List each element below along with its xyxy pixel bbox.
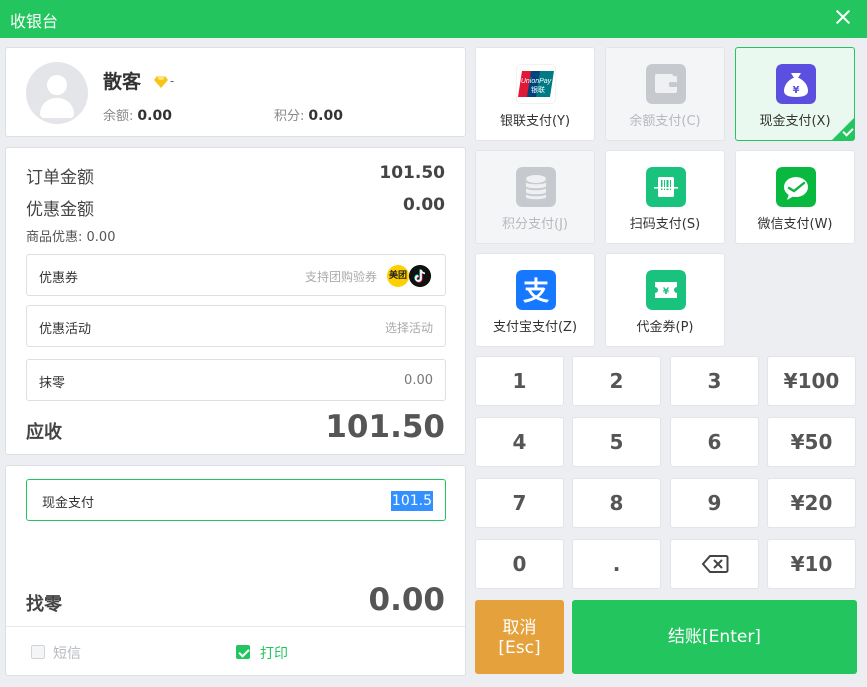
title-bar: 收银台 [0,0,867,38]
unionpay-icon: UnionPay 银联 [516,64,556,104]
method-label: 微信支付(W) [757,217,833,232]
key-100[interactable]: ¥100 [767,356,856,406]
discount-value-text: 0.00 [403,195,445,215]
order-summary-card: 订单金额 101.50 优惠金额 0.00 商品优惠: 0.00 优惠券 支持团… [5,147,466,455]
sms-checkbox[interactable] [31,645,45,659]
payment-amount-input[interactable]: 现金支付 101.5 [26,479,446,521]
coupon-label: 优惠券 [39,271,79,286]
activity-placeholder: 选择活动 [384,321,433,335]
method-balance[interactable]: 余额支付(C) [605,47,725,141]
cash-bag-icon: ¥ [776,64,816,104]
svg-text:支: 支 [523,277,549,307]
payment-card: 现金支付 101.5 找零 0.00 短信 打印 [5,465,466,676]
print-label[interactable]: 打印 [260,643,288,663]
amount-due-label: 应收 [26,422,62,443]
method-points[interactable]: 积分支付(J) [475,150,595,244]
checkout-button[interactable]: 结账[Enter] [572,600,857,674]
customer-level: - [170,74,175,88]
unionpay-text: UnionPay [521,78,552,85]
key-9[interactable]: 9 [670,478,759,528]
coupon-field[interactable]: 优惠券 支持团购验券 美团 [26,254,446,296]
key-dot[interactable]: . [572,539,661,589]
key-0[interactable]: 0 [475,539,564,589]
wallet-icon [646,64,686,104]
order-amount-label: 订单金额 [26,168,94,188]
key-20[interactable]: ¥20 [767,478,856,528]
balance-value: 0.00 [137,108,172,124]
payment-amount-value[interactable]: 101.5 [390,491,433,511]
meituan-icon[interactable]: 美团 [387,265,409,287]
key-3[interactable]: 3 [670,356,759,406]
backspace-key[interactable] [670,539,759,589]
key-8[interactable]: 8 [572,478,661,528]
wechat-icon [776,167,816,207]
customer-points: 积分: 0.00 [274,105,343,124]
rounding-label: 抹零 [39,376,66,391]
alipay-icon: 支 [516,270,556,310]
discount-amount-value: 0.00 [403,195,445,215]
key-50[interactable]: ¥50 [767,417,856,467]
key-5[interactable]: 5 [572,417,661,467]
method-label: 余额支付(C) [629,114,701,129]
method-label: 代金券(P) [636,320,694,335]
discount-amount-label: 优惠金额 [26,200,94,220]
key-7[interactable]: 7 [475,478,564,528]
amount-due-value: 101.50 [325,409,445,445]
payment-method-label: 现金支付 [42,496,95,511]
activity-label: 优惠活动 [39,322,92,337]
divider [6,626,465,627]
cancel-button[interactable]: 取消 [Esc] [475,600,564,674]
rounding-field[interactable]: 抹零 0.00 [26,359,446,401]
key-10[interactable]: ¥10 [767,539,856,589]
customer-card: 散客 - 余额: 0.00 积分: 0.00 [5,47,466,137]
svg-text:¥: ¥ [663,287,670,297]
change-value: 0.00 [368,582,446,618]
voucher-icon: ¥ [646,270,686,310]
backspace-icon [701,555,728,573]
points-value: 0.00 [308,108,343,124]
coupon-placeholder: 支持团购验券 [304,270,377,284]
avatar-body [40,98,74,118]
method-wechat[interactable]: 微信支付(W) [735,150,855,244]
method-label: 支付宝支付(Z) [492,320,578,335]
customer-balance: 余额: 0.00 [103,105,172,124]
method-alipay[interactable]: 支 支付宝支付(Z) [475,253,595,347]
key-6[interactable]: 6 [670,417,759,467]
goods-discount-label: 商品优惠: [26,230,83,245]
key-2[interactable]: 2 [572,356,661,406]
change-label: 找零 [26,594,62,615]
key-4[interactable]: 4 [475,417,564,467]
window-title: 收银台 [10,12,59,31]
points-label: 积分: [274,109,305,124]
print-checkbox[interactable] [236,645,250,659]
sms-label[interactable]: 短信 [53,643,81,663]
coins-icon [516,167,556,207]
unionpay-text-cn: 银联 [531,85,545,94]
method-scan[interactable]: 扫码支付(S) [605,150,725,244]
rounding-value: 0.00 [404,373,433,388]
method-cash[interactable]: ¥ 现金支付(X) [735,47,855,141]
avatar [26,62,88,124]
key-1[interactable]: 1 [475,356,564,406]
method-voucher[interactable]: ¥ 代金券(P) [605,253,725,347]
goods-discount-value: 0.00 [86,230,116,245]
svg-text:¥: ¥ [793,85,800,96]
cancel-label: 取消 [502,618,537,638]
douyin-icon[interactable] [409,265,431,287]
avatar-head [47,75,67,95]
method-label: 积分支付(J) [502,217,568,232]
goods-discount: 商品优惠: 0.00 [26,226,115,245]
method-label: 扫码支付(S) [629,217,701,232]
method-label: 银联支付(Y) [499,114,571,129]
method-unionpay[interactable]: UnionPay 银联 银联支付(Y) [475,47,595,141]
cancel-shortcut: [Esc] [498,638,541,658]
activity-field[interactable]: 优惠活动 选择活动 [26,305,446,347]
scan-icon [646,167,686,207]
balance-label: 余额: [103,109,134,124]
order-amount-value: 101.50 [379,163,445,183]
diamond-icon [154,76,168,88]
close-icon[interactable] [833,7,853,27]
customer-name: 散客 [103,71,142,93]
